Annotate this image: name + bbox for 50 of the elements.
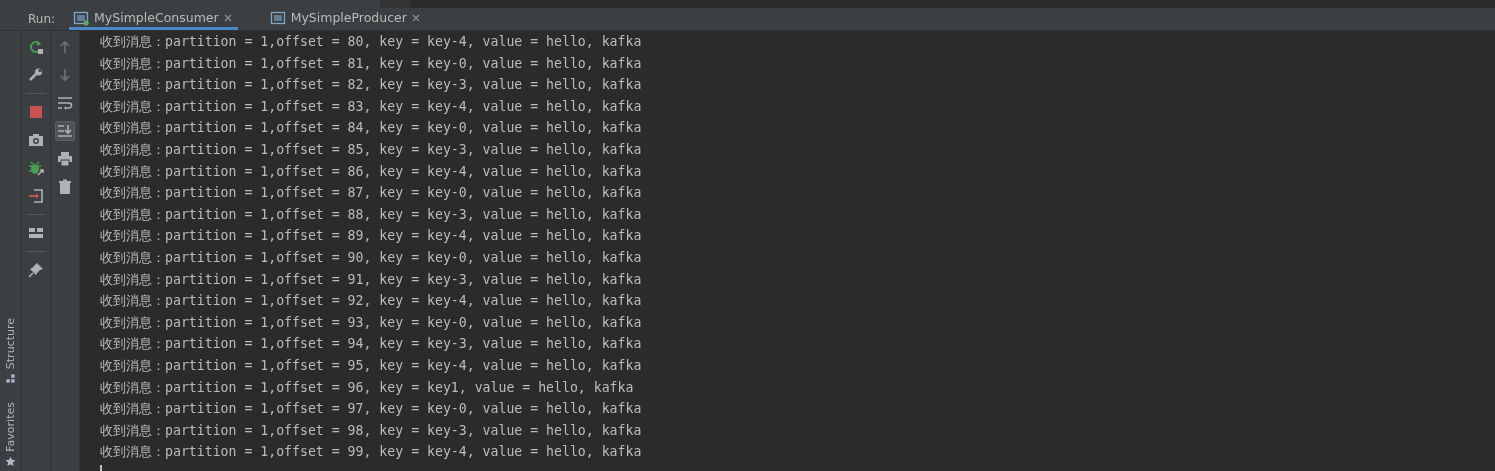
close-icon[interactable] [411, 13, 420, 22]
side-tab[interactable]: Structure [4, 318, 17, 370]
console-line: 收到消息：partition = 1,offset = 87, key = key-0, value = hello, kafka [100, 184, 643, 203]
console-line: 收到消息：partition = 1,offset = 98, key = key-3, value = hello, kafka [100, 421, 643, 440]
console-line: 收到消息：partition = 1,offset = 88, key = key-3, value = hello, kafka [100, 205, 643, 224]
pin-icon [28, 262, 44, 278]
toolbar-button[interactable] [26, 186, 46, 206]
console-line: 收到消息：partition = 1,offset = 84, key = key-0, value = hello, kafka [100, 119, 643, 138]
console-line: 收到消息：partition = 1,offset = 99, key = key-4, value = hello, kafka [100, 443, 643, 462]
console-line: 收到消息：partition = 1,offset = 81, key = key-0, value = hello, kafka [100, 54, 643, 73]
printer-icon [57, 151, 73, 167]
console-line: 收到消息：partition = 1,offset = 80, key = key-4, value = hello, kafka [100, 33, 643, 51]
scroll-to-end-icon [57, 123, 73, 139]
console-line: 收到消息：partition = 1,offset = 83, key = key-4, value = hello, kafka [100, 97, 643, 116]
toolbar-button[interactable] [26, 158, 46, 178]
console-line: 收到消息：partition = 1,offset = 96, key = key1, value = hello, kafka [100, 378, 635, 397]
console-line: 收到消息：partition = 1,offset = 97, key = key-0, value = hello, kafka [100, 400, 643, 419]
text-cursor [100, 464, 102, 471]
star-icon [5, 456, 16, 467]
console-line: 收到消息：partition = 1,offset = 86, key = key-4, value = hello, kafka [100, 162, 643, 181]
console-icon [73, 9, 90, 26]
close-icon[interactable] [223, 13, 232, 22]
rerun-icon [28, 39, 44, 55]
down-arrow-icon [57, 67, 73, 83]
layout-icon [28, 225, 44, 241]
exit-icon [28, 188, 44, 204]
stop-icon [28, 104, 44, 120]
trash-icon [57, 179, 73, 195]
run-tab[interactable]: MySimpleConsumer [69, 8, 238, 30]
console-icon [269, 9, 286, 26]
console-line: 收到消息：partition = 1,offset = 85, key = key-3, value = hello, kafka [100, 140, 643, 159]
console-line: 收到消息：partition = 1,offset = 95, key = key-4, value = hello, kafka [100, 356, 643, 375]
console-line: 收到消息：partition = 1,offset = 92, key = key-4, value = hello, kafka [100, 292, 643, 311]
toolbar-button[interactable] [26, 260, 46, 280]
run-tab[interactable]: MySimpleProducer [265, 8, 426, 30]
bug-icon [28, 160, 44, 176]
side-tab[interactable]: Favorites [4, 402, 17, 452]
console-line: 收到消息：partition = 1,offset = 91, key = key-3, value = hello, kafka [100, 270, 643, 289]
run-label: Run: [27, 11, 57, 28]
structure-icon [5, 373, 16, 385]
console-line: 收到消息：partition = 1,offset = 94, key = key-3, value = hello, kafka [100, 335, 643, 354]
toolbar-button[interactable] [55, 121, 75, 141]
wrench-icon [28, 67, 44, 83]
camera-icon [28, 132, 44, 148]
soft-wrap-icon [57, 95, 73, 111]
console-line: 收到消息：partition = 1,offset = 90, key = key-0, value = hello, kafka [100, 248, 643, 267]
toolbar-button[interactable] [55, 149, 75, 169]
console-line: 收到消息：partition = 1,offset = 93, key = key-0, value = hello, kafka [100, 313, 643, 332]
console-line: 收到消息：partition = 1,offset = 89, key = key-4, value = hello, kafka [100, 227, 643, 246]
console-line: 收到消息：partition = 1,offset = 82, key = key-3, value = hello, kafka [100, 76, 643, 95]
